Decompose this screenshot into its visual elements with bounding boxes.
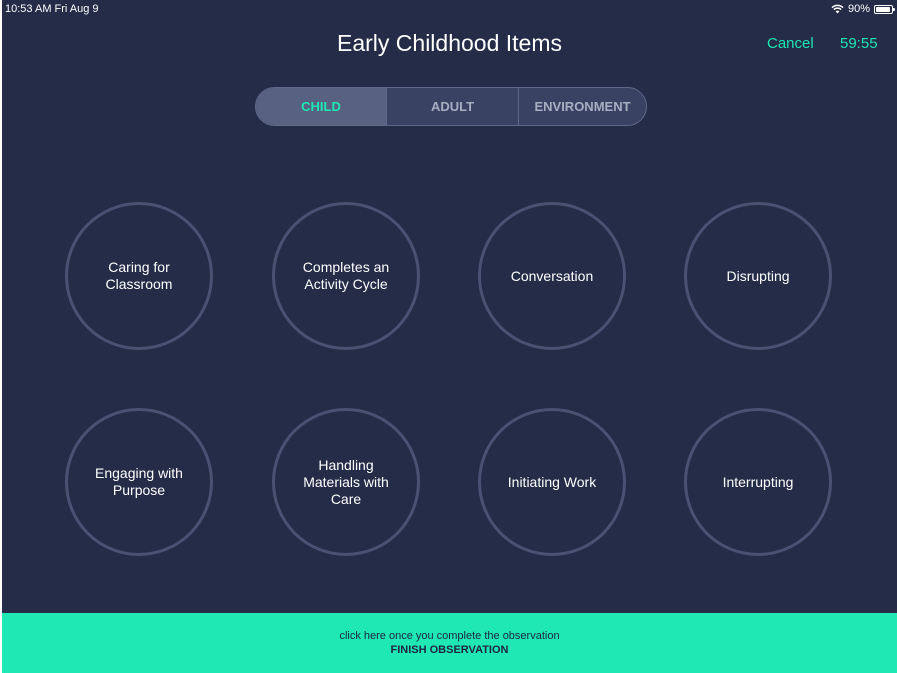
status-time: 10:53 AM Fri Aug 9 xyxy=(5,3,99,15)
category-segmented-control: CHILD ADULT ENVIRONMENT xyxy=(255,87,647,126)
countdown-timer: 59:55 xyxy=(840,35,878,52)
tab-adult[interactable]: ADULT xyxy=(386,88,518,125)
status-bar: 10:53 AM Fri Aug 9 90% xyxy=(2,0,897,18)
item-completes-an-activity-cycle[interactable]: Completes an Activity Cycle xyxy=(272,202,420,350)
item-initiating-work[interactable]: Initiating Work xyxy=(478,408,626,556)
item-conversation[interactable]: Conversation xyxy=(478,202,626,350)
item-label: Conversation xyxy=(510,267,594,284)
item-label: Handling Materials with Care xyxy=(303,456,389,507)
battery-fill xyxy=(876,6,890,12)
tab-environment[interactable]: ENVIRONMENT xyxy=(518,88,646,125)
tab-child[interactable]: CHILD xyxy=(256,88,386,125)
item-label: Completes an Activity Cycle xyxy=(302,259,390,292)
item-disrupting[interactable]: Disrupting xyxy=(684,202,832,350)
item-label: Engaging with Purpose xyxy=(95,465,183,498)
finish-observation-label: FINISH OBSERVATION xyxy=(390,644,509,656)
wifi-icon xyxy=(831,4,844,14)
finish-hint-text: click here once you complete the observa… xyxy=(339,630,560,642)
cancel-button[interactable]: Cancel xyxy=(767,35,814,52)
item-interrupting[interactable]: Interrupting xyxy=(684,408,832,556)
battery-icon xyxy=(874,4,895,14)
battery-tip xyxy=(893,7,895,11)
item-caring-for-classroom[interactable]: Caring for Classroom xyxy=(65,202,213,350)
item-engaging-with-purpose[interactable]: Engaging with Purpose xyxy=(65,408,213,556)
item-label: Caring for Classroom xyxy=(105,259,173,292)
item-label: Disrupting xyxy=(726,267,790,284)
screen: 10:53 AM Fri Aug 9 90% Early Childhood I… xyxy=(2,0,897,673)
item-handling-materials-with-care[interactable]: Handling Materials with Care xyxy=(272,408,420,556)
battery-percentage: 90% xyxy=(847,3,870,15)
item-label: Initiating Work xyxy=(507,473,597,490)
page-title: Early Childhood Items xyxy=(337,30,562,56)
finish-observation-button[interactable]: click here once you complete the observa… xyxy=(2,613,897,673)
status-right: 90% xyxy=(831,3,895,15)
item-label: Interrupting xyxy=(722,473,794,490)
